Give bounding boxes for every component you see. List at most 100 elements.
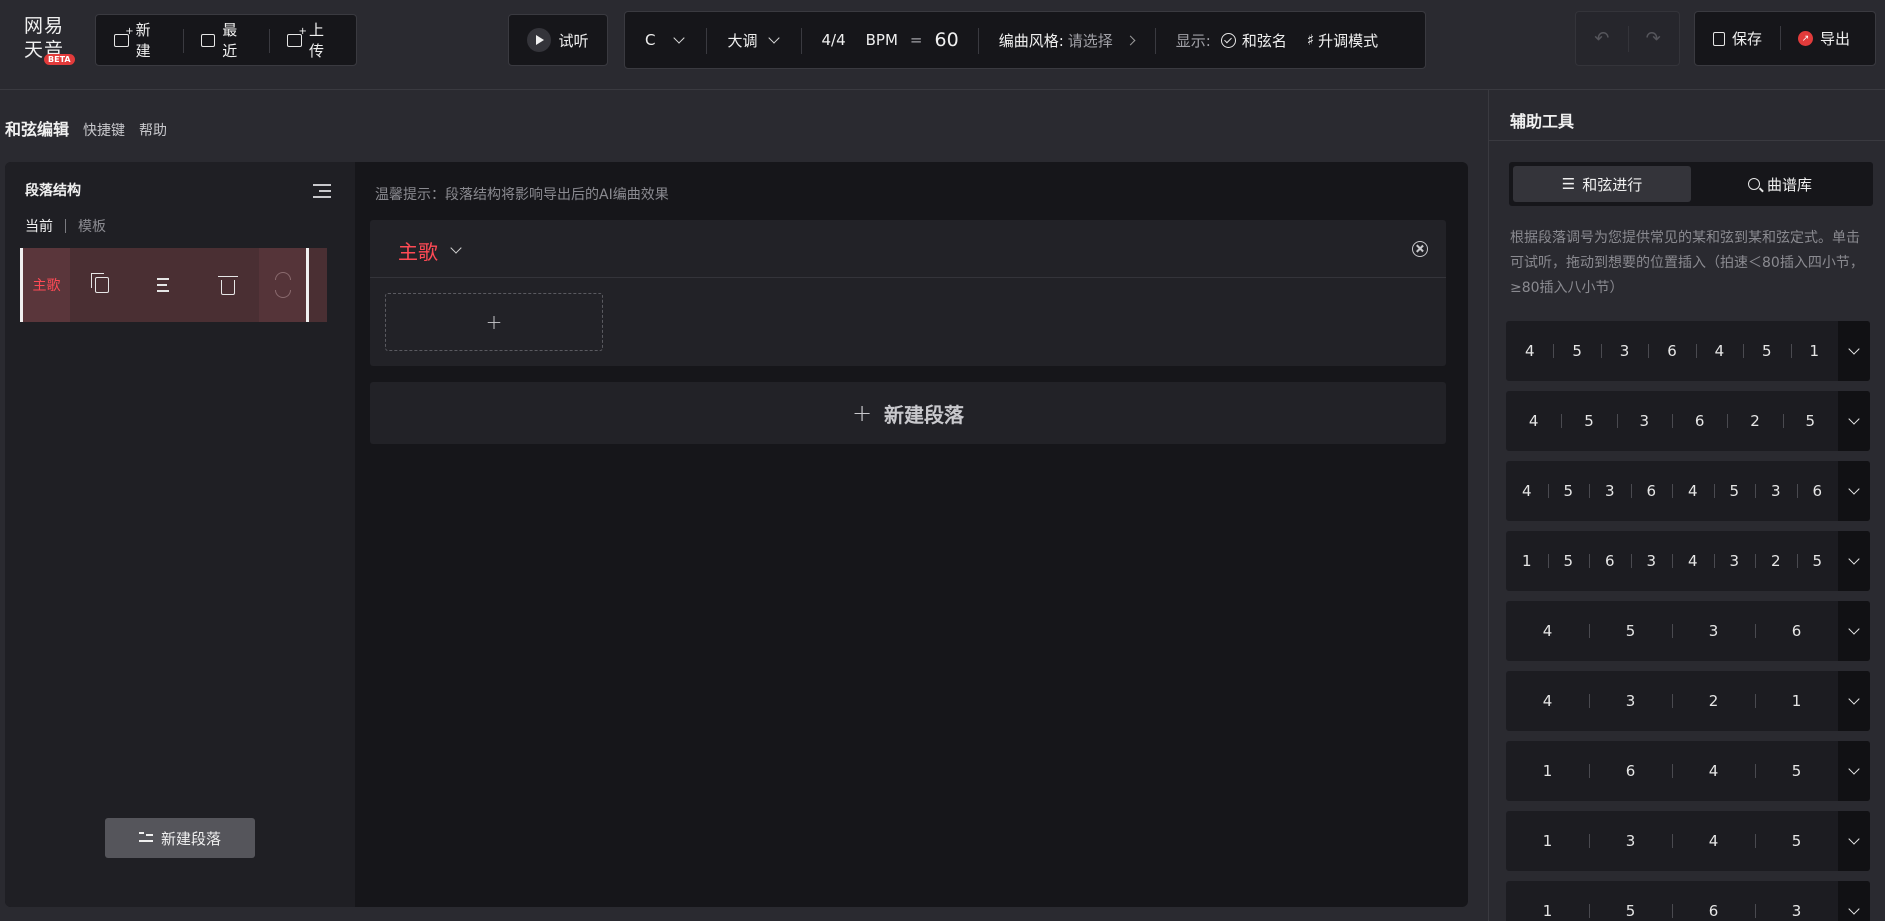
- assist-panel: 辅助工具 ☰ 和弦进行 曲谱库 根据段落调号为您提供常见的某和弦到某和弦定式。单…: [1488, 90, 1885, 921]
- chord-degree: 6: [1671, 412, 1727, 430]
- bpm-value: 60: [934, 29, 959, 51]
- progression-icon: ☰: [1561, 175, 1576, 193]
- chevron-down-icon: [1848, 902, 1860, 915]
- chord-degree: 4: [1672, 482, 1714, 500]
- history-controls: ↶ ↷: [1575, 11, 1680, 66]
- app-logo[interactable]: 网易 天音 BETA: [20, 14, 76, 66]
- move-down-icon[interactable]: [274, 290, 291, 298]
- progression-item[interactable]: 453625: [1506, 391, 1870, 451]
- progression-list: 4536451453625453645361563432545364321164…: [1506, 321, 1870, 921]
- tab-progression[interactable]: ☰ 和弦进行: [1513, 166, 1691, 202]
- chord-degree: 5: [1589, 622, 1672, 640]
- play-icon: [527, 28, 552, 52]
- chord-degree: 6: [1589, 762, 1672, 780]
- save-icon: [1713, 31, 1725, 46]
- chord-degree: 2: [1755, 552, 1797, 570]
- chord-degree: 4: [1695, 342, 1743, 360]
- display-label: 显示:: [1175, 31, 1211, 50]
- preview-button[interactable]: 试听: [508, 14, 608, 66]
- bpm-control[interactable]: BPM = 60: [856, 12, 979, 68]
- progression-item[interactable]: 4 321: [1506, 671, 1870, 731]
- transpose-mode-toggle[interactable]: ♯ 升调模式: [1307, 30, 1378, 51]
- chord-degree: 1: [1542, 902, 1553, 920]
- save-button[interactable]: 保存: [1695, 12, 1780, 65]
- new-button[interactable]: 新建: [96, 15, 183, 65]
- progression-item[interactable]: 45364536: [1506, 461, 1870, 521]
- chord-degree: 3: [1755, 482, 1797, 500]
- time-signature[interactable]: 4/4: [802, 12, 856, 68]
- expand-progression-button[interactable]: [1838, 601, 1870, 661]
- chord-degree: 1: [1755, 692, 1838, 710]
- shortcut-link[interactable]: 快捷键: [83, 120, 125, 140]
- undo-button[interactable]: ↶: [1576, 12, 1628, 65]
- expand-progression-button[interactable]: [1838, 461, 1870, 521]
- chord-degree: 4: [1521, 482, 1532, 500]
- chevron-down-icon: [1848, 482, 1860, 495]
- chord-degree: 5: [1589, 902, 1672, 920]
- expand-progression-button[interactable]: [1838, 321, 1870, 381]
- hint-text: 温馨提示：段落结构将影响导出后的AI编曲效果: [375, 187, 669, 203]
- reorder-handle[interactable]: [259, 248, 309, 322]
- chord-degree: 6: [1648, 342, 1695, 360]
- segment-list-button[interactable]: [133, 248, 196, 322]
- chord-degree: 2: [1672, 692, 1755, 710]
- export-button[interactable]: ↗ 导出: [1780, 12, 1868, 65]
- chord-degree: 5: [1547, 552, 1590, 570]
- move-up-icon[interactable]: [274, 272, 291, 280]
- expand-progression-button[interactable]: [1838, 531, 1870, 591]
- segment-title-dropdown[interactable]: 主歌: [398, 236, 462, 265]
- tab-template[interactable]: 模板: [78, 216, 106, 236]
- expand-progression-button[interactable]: [1838, 811, 1870, 871]
- progression-item[interactable]: 4 536: [1506, 601, 1870, 661]
- logo-text-1: 网易: [24, 15, 65, 37]
- trash-icon: [217, 275, 238, 295]
- chord-degree: 3: [1600, 342, 1648, 360]
- add-segment-button[interactable]: + 新建段落: [370, 382, 1446, 444]
- style-select[interactable]: 编曲风格: 请选择: [979, 12, 1156, 68]
- upload-button[interactable]: 上传: [269, 15, 356, 65]
- expand-progression-button[interactable]: [1838, 741, 1870, 801]
- progression-item[interactable]: 15634325: [1506, 531, 1870, 591]
- redo-button[interactable]: ↷: [1627, 12, 1680, 65]
- file-menu: 新建 最近 上传: [95, 14, 357, 66]
- chord-degree: 4: [1672, 762, 1755, 780]
- help-link[interactable]: 帮助: [139, 120, 167, 140]
- chord-degree: 3: [1713, 552, 1756, 570]
- duplicate-segment-button[interactable]: [70, 248, 133, 322]
- chord-degree: 1: [1542, 832, 1553, 850]
- progression-item[interactable]: 1645: [1506, 741, 1870, 801]
- expand-progression-button[interactable]: [1838, 391, 1870, 451]
- mode-select[interactable]: 大调: [707, 12, 802, 68]
- close-icon[interactable]: [1412, 241, 1428, 257]
- new-segment-button[interactable]: 新建段落: [105, 818, 255, 858]
- chord-name-toggle[interactable]: 和弦名: [1220, 30, 1287, 51]
- segment-item[interactable]: 主歌: [20, 248, 327, 322]
- tab-library[interactable]: 曲谱库: [1691, 166, 1869, 202]
- export-icon: ↗: [1798, 31, 1814, 46]
- chevron-down-icon: [1848, 342, 1860, 355]
- redo-icon: ↷: [1645, 28, 1661, 49]
- chord-degree: 5: [1782, 412, 1838, 430]
- sharp-icon: ♯: [1306, 31, 1315, 49]
- upload-icon: [287, 26, 306, 47]
- expand-progression-button[interactable]: [1838, 881, 1870, 921]
- progression-item[interactable]: 4536451: [1506, 321, 1870, 381]
- recent-button[interactable]: 最近: [182, 15, 270, 65]
- chord-editor: 段落结构 当前 模板 主歌 新建段落 温馨提示：段落结构将影响导出后的AI编曲效…: [5, 162, 1468, 907]
- chord-degree: 6: [1755, 622, 1838, 640]
- structure-panel: 段落结构 当前 模板 主歌 新建段落: [5, 162, 355, 907]
- plus-icon: +: [485, 310, 503, 334]
- chevron-down-icon: [767, 31, 780, 44]
- collapse-panel-icon[interactable]: [313, 184, 331, 198]
- tab-current[interactable]: 当前: [25, 216, 53, 236]
- editor-header: 和弦编辑 快捷键 帮助: [5, 116, 167, 140]
- segment-name[interactable]: 主歌: [20, 248, 70, 322]
- key-select[interactable]: C: [625, 12, 708, 68]
- chord-degree: 3: [1616, 412, 1672, 430]
- delete-segment-button[interactable]: [196, 248, 259, 322]
- progression-item[interactable]: 1563: [1506, 881, 1870, 921]
- expand-progression-button[interactable]: [1838, 671, 1870, 731]
- progression-item[interactable]: 1 345: [1506, 811, 1870, 871]
- add-bar-button[interactable]: +: [385, 293, 603, 351]
- chord-degree: 2: [1727, 412, 1782, 430]
